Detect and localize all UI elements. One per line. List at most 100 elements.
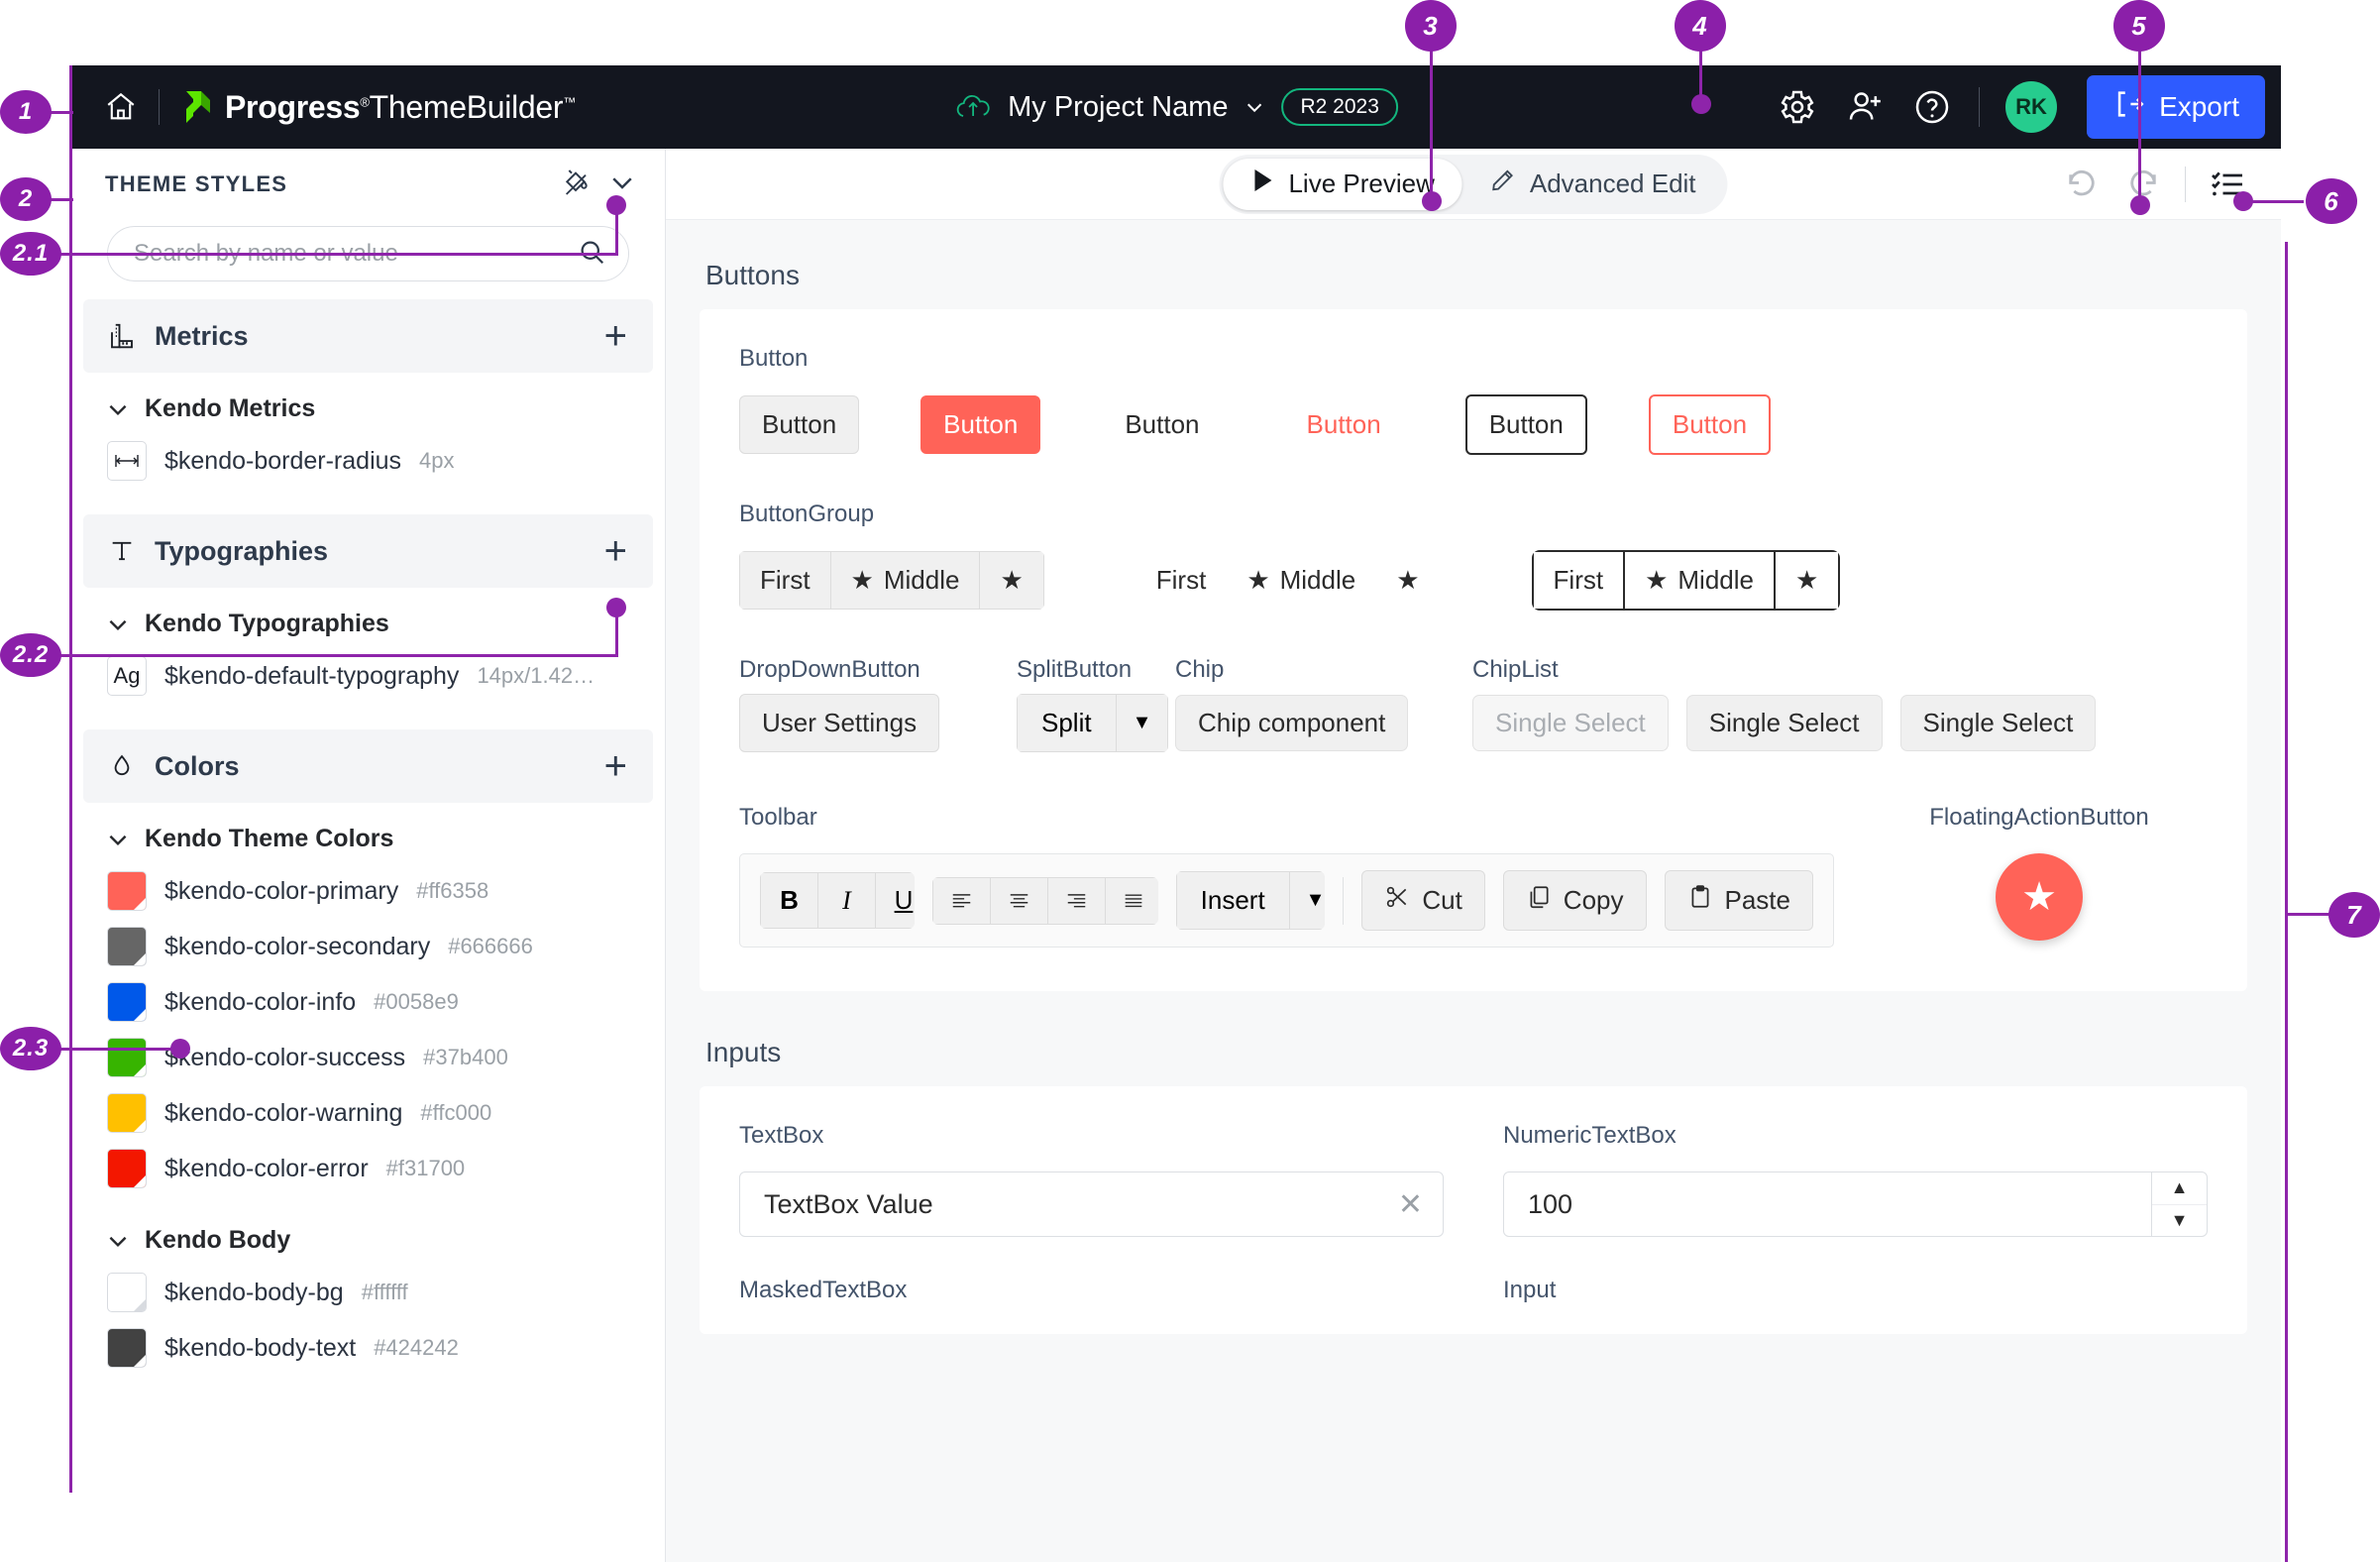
paint-bucket-icon[interactable]	[560, 167, 592, 203]
buttongroup-middle[interactable]: ★ Middle	[1226, 551, 1375, 610]
redo-icon[interactable]	[2123, 165, 2163, 204]
project-name: My Project Name	[1008, 90, 1229, 123]
star-icon: ★	[1000, 565, 1024, 595]
group-header-metrics[interactable]: Metrics +	[83, 299, 653, 373]
button-outline-primary[interactable]: Button	[1648, 394, 1772, 455]
color-swatch[interactable]	[107, 1038, 147, 1077]
chiplist-item[interactable]: Single Select	[1472, 695, 1669, 751]
buttongroup-middle-label: Middle	[883, 565, 960, 595]
buttongroup-first[interactable]: First	[739, 551, 830, 610]
export-icon	[2112, 87, 2146, 128]
sidebar-search	[71, 220, 665, 295]
color-swatch[interactable]	[107, 871, 147, 911]
subgroup-kendo-body[interactable]: Kendo Body	[71, 1196, 665, 1265]
preview-panel: Live Preview Advanced Edit Buttons Butto…	[666, 149, 2281, 1562]
paste-button[interactable]: Paste	[1664, 870, 1813, 931]
callout-badge-5: 5	[2113, 0, 2165, 52]
color-swatch[interactable]	[107, 1273, 147, 1312]
color-swatch[interactable]	[107, 1328, 147, 1368]
avatar[interactable]: RK	[2005, 81, 2058, 133]
checklist-icon[interactable]	[2208, 165, 2247, 204]
star-icon: ★	[1396, 565, 1420, 595]
search-icon[interactable]	[577, 237, 606, 272]
token-row[interactable]: $kendo-color-secondary #666666	[71, 919, 665, 974]
token-row[interactable]: $kendo-color-success #37b400	[71, 1030, 665, 1085]
token-row[interactable]: $kendo-border-radius 4px	[71, 433, 665, 489]
chevron-down-icon[interactable]	[1244, 96, 1265, 118]
add-metric-button[interactable]: +	[604, 316, 627, 356]
add-user-icon[interactable]	[1844, 86, 1886, 128]
callout-badge-7: 7	[2328, 892, 2380, 938]
chip[interactable]: Chip component	[1175, 695, 1409, 751]
home-icon[interactable]	[95, 81, 147, 133]
align-right-icon[interactable]	[1047, 876, 1106, 925]
token-row[interactable]: $kendo-color-primary #ff6358	[71, 863, 665, 919]
stepper-up-icon[interactable]: ▲	[2152, 1172, 2207, 1205]
chevron-down-icon	[109, 619, 127, 630]
close-icon[interactable]: ✕	[1398, 1187, 1423, 1222]
search-input[interactable]	[134, 240, 577, 268]
color-swatch[interactable]	[107, 1149, 147, 1188]
buttongroup-middle[interactable]: ★ Middle	[829, 551, 980, 610]
tab-advanced-edit[interactable]: Advanced Edit	[1462, 159, 1724, 210]
button-base[interactable]: Button	[739, 395, 860, 454]
subgroup-kendo-typographies[interactable]: Kendo Typographies	[71, 588, 665, 648]
underline-button[interactable]: U	[875, 872, 916, 929]
token-row[interactable]: Ag $kendo-default-typography 14px/1.42…	[71, 648, 665, 704]
preview-toolbar: Live Preview Advanced Edit	[666, 149, 2281, 220]
chevron-down-icon[interactable]	[607, 167, 637, 202]
copy-button[interactable]: Copy	[1502, 870, 1647, 931]
add-typography-button[interactable]: +	[604, 531, 627, 571]
buttongroup-last[interactable]: ★	[1773, 550, 1841, 611]
tab-live-preview[interactable]: Live Preview	[1223, 158, 1462, 210]
help-icon[interactable]	[1911, 86, 1953, 128]
export-button[interactable]: Export	[2087, 75, 2265, 139]
chiplist-item[interactable]: Single Select	[1685, 695, 1883, 751]
textbox-input[interactable]: TextBox Value ✕	[739, 1172, 1444, 1237]
token-row[interactable]: $kendo-color-error #f31700	[71, 1141, 665, 1196]
token-name: $kendo-color-secondary	[164, 932, 431, 960]
buttongroup-first[interactable]: First	[1531, 550, 1624, 611]
color-swatch[interactable]	[107, 927, 147, 966]
split-button-arrow[interactable]: ▼	[1115, 694, 1169, 752]
project-switcher[interactable]: My Project Name R2 2023	[954, 88, 1398, 126]
bold-button[interactable]: B	[760, 872, 817, 929]
dropdown-button[interactable]: User Settings	[739, 694, 940, 752]
star-icon: ★	[1246, 565, 1270, 595]
buttongroup-last[interactable]: ★	[979, 551, 1044, 610]
split-button-main[interactable]: Split	[1017, 694, 1116, 752]
align-center-icon[interactable]	[990, 876, 1048, 925]
button-flat[interactable]: Button	[1102, 395, 1222, 454]
color-swatch[interactable]	[107, 982, 147, 1022]
subgroup-kendo-metrics[interactable]: Kendo Metrics	[71, 373, 665, 433]
undo-icon[interactable]	[2062, 165, 2102, 204]
group-header-typographies[interactable]: Typographies +	[83, 514, 653, 588]
buttongroup-middle[interactable]: ★ Middle	[1623, 550, 1774, 611]
buttongroup-last[interactable]: ★	[1375, 551, 1440, 610]
color-swatch[interactable]	[107, 1093, 147, 1133]
theme-styles-sidebar: THEME STYLES Search by name or value Met…	[71, 149, 666, 1562]
token-row[interactable]: $kendo-color-info #0058e9	[71, 974, 665, 1030]
insert-arrow[interactable]: ▼	[1288, 871, 1326, 930]
token-row[interactable]: $kendo-body-text #424242	[71, 1320, 665, 1376]
floating-action-button[interactable]: ★	[1996, 853, 2083, 941]
chiplist-item[interactable]: Single Select	[1899, 695, 2097, 751]
stepper-down-icon[interactable]: ▼	[2152, 1205, 2207, 1237]
add-color-button[interactable]: +	[604, 746, 627, 786]
button-flat-primary[interactable]: Button	[1284, 395, 1404, 454]
group-header-colors[interactable]: Colors +	[83, 729, 653, 803]
subgroup-kendo-theme-colors[interactable]: Kendo Theme Colors	[71, 803, 665, 863]
text-format-group: B I U	[760, 872, 916, 929]
insert-button[interactable]: Insert	[1175, 871, 1289, 930]
numerictextbox-input[interactable]: 100 ▲ ▼	[1503, 1172, 2208, 1237]
align-left-icon[interactable]	[932, 876, 991, 925]
button-primary[interactable]: Button	[920, 395, 1041, 454]
token-row[interactable]: $kendo-color-warning #ffc000	[71, 1085, 665, 1141]
button-outline[interactable]: Button	[1464, 394, 1587, 455]
italic-button[interactable]: I	[817, 872, 875, 929]
cut-button[interactable]: Cut	[1361, 870, 1485, 931]
gear-icon[interactable]	[1777, 86, 1818, 128]
align-justify-icon[interactable]	[1105, 876, 1158, 925]
token-row[interactable]: $kendo-body-bg #ffffff	[71, 1265, 665, 1320]
buttongroup-first[interactable]: First	[1136, 551, 1227, 610]
